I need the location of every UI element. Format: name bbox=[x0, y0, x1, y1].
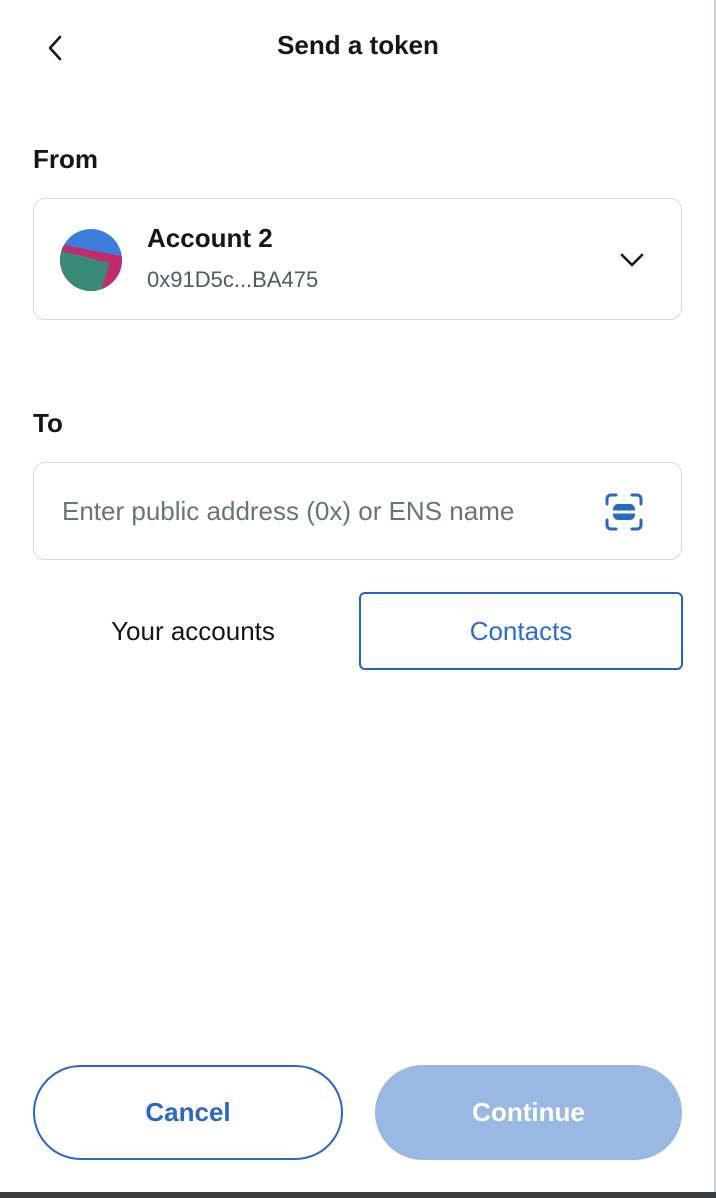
avatar-jazzicon bbox=[60, 229, 122, 291]
from-label: From bbox=[33, 144, 98, 174]
recipient-address-input[interactable] bbox=[62, 489, 592, 533]
tab-contacts[interactable]: Contacts bbox=[359, 592, 683, 670]
send-token-page: Send a token From Account 2 0x91D5c...BA… bbox=[0, 0, 716, 1198]
window-edge-bottom bbox=[0, 1192, 716, 1198]
account-selector[interactable]: Account 2 0x91D5c...BA475 bbox=[33, 198, 682, 320]
header: Send a token bbox=[0, 0, 716, 94]
page-title: Send a token bbox=[277, 30, 439, 60]
chevron-down-icon[interactable] bbox=[619, 247, 645, 273]
continue-button[interactable]: Continue bbox=[375, 1065, 682, 1160]
recipient-field bbox=[33, 462, 682, 560]
cancel-button[interactable]: Cancel bbox=[33, 1065, 343, 1160]
account-address: 0x91D5c...BA475 bbox=[147, 267, 319, 292]
account-avatar bbox=[60, 229, 122, 291]
to-label: To bbox=[33, 408, 63, 438]
qr-scan-button[interactable] bbox=[603, 491, 645, 533]
tab-your-accounts[interactable]: Your accounts bbox=[33, 592, 353, 670]
account-name: Account 2 bbox=[147, 223, 273, 253]
qr-scan-icon bbox=[605, 493, 643, 531]
